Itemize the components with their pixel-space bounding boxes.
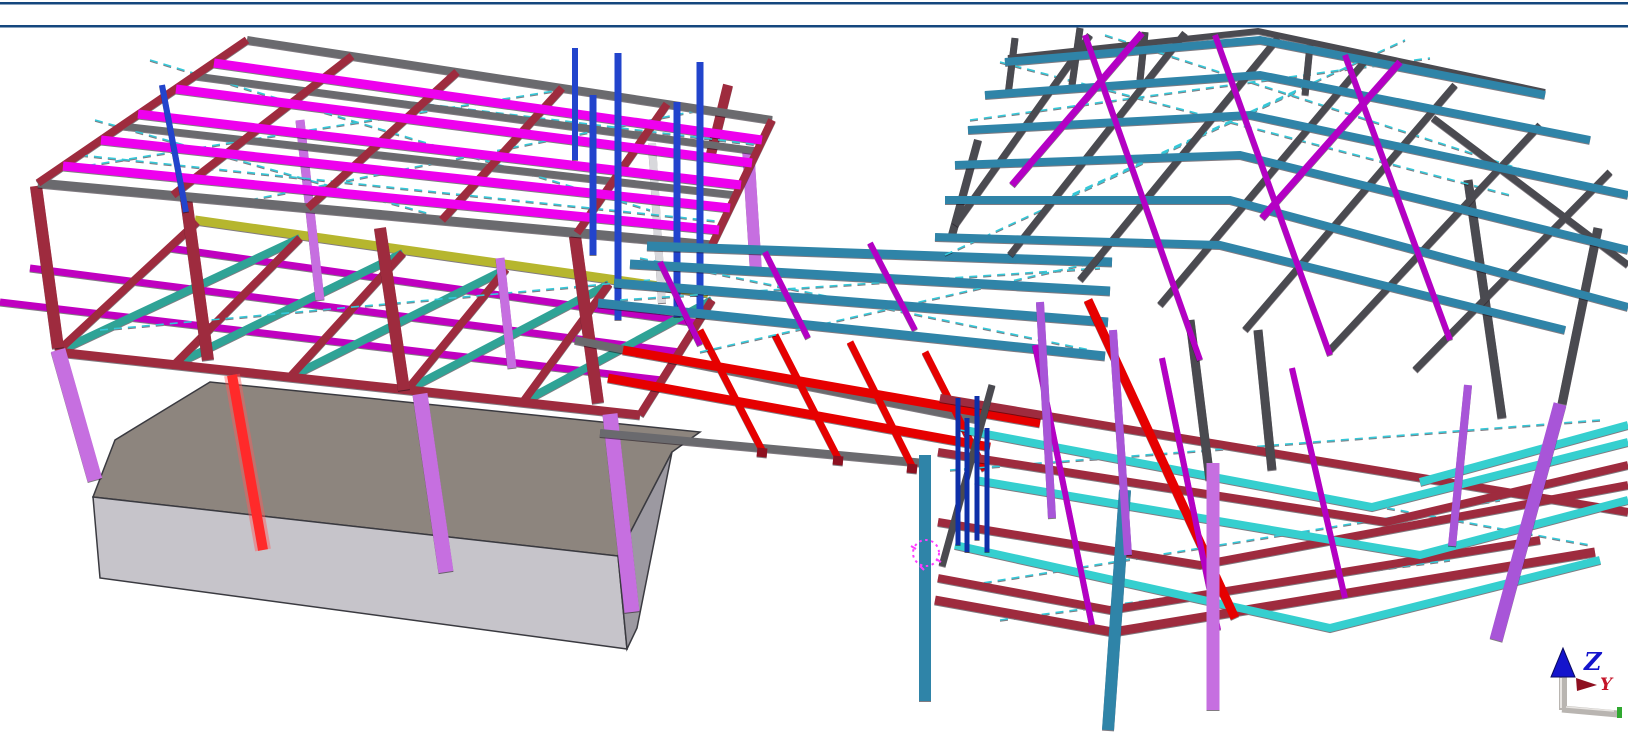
z-axis-cone <box>1551 648 1575 677</box>
cad-3d-viewport[interactable]: Z Y <box>0 0 1628 734</box>
ucs-axis-indicator: Z Y <box>1551 647 1622 718</box>
right-building-columns[interactable] <box>925 140 1598 730</box>
y-axis-label: Y <box>1600 675 1614 695</box>
y-axis-cone <box>1576 678 1597 691</box>
left-building-mid-floor[interactable] <box>0 220 712 415</box>
z-axis-label: Z <box>1583 647 1603 676</box>
left-building-roof[interactable] <box>38 40 772 245</box>
window-top-border <box>0 2 1628 28</box>
x-axis-tip <box>1617 707 1622 718</box>
model-view-canvas[interactable]: Z Y <box>0 0 1628 734</box>
